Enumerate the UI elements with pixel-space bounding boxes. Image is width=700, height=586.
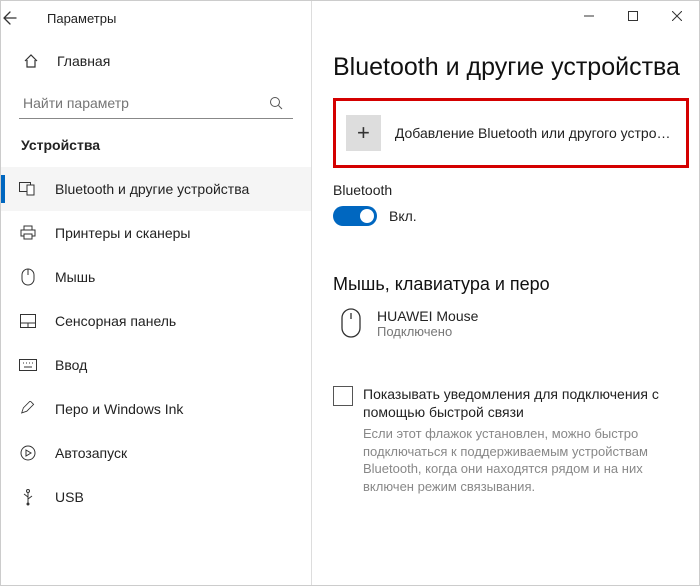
minimize-icon: [584, 11, 594, 21]
bluetooth-section-label: Bluetooth: [333, 182, 699, 198]
search-box[interactable]: [19, 87, 293, 119]
nav-label: Сенсорная панель: [55, 313, 176, 329]
sidebar-item-pen[interactable]: Перо и Windows Ink: [1, 387, 311, 431]
sidebar-item-printers[interactable]: Принтеры и сканеры: [1, 211, 311, 255]
titlebar: Параметры: [1, 1, 699, 35]
usb-icon: [17, 488, 39, 506]
device-item[interactable]: HUAWEI Mouse Подключено: [333, 303, 699, 343]
mouse-icon: [17, 268, 39, 286]
printer-icon: [17, 225, 39, 241]
sidebar-item-bluetooth[interactable]: Bluetooth и другие устройства: [1, 167, 311, 211]
bluetooth-toggle[interactable]: [333, 206, 377, 226]
nav-label: Ввод: [55, 357, 87, 373]
sidebar-item-autoplay[interactable]: Автозапуск: [1, 431, 311, 475]
add-device-label: Добавление Bluetooth или другого устройс…: [395, 125, 676, 141]
sidebar-home-label: Главная: [57, 53, 110, 69]
sidebar-item-typing[interactable]: Ввод: [1, 343, 311, 387]
nav-label: USB: [55, 489, 84, 505]
nav-label: Автозапуск: [55, 445, 127, 461]
content-pane: Bluetooth и другие устройства + Добавлен…: [311, 35, 699, 585]
maximize-button[interactable]: [611, 1, 655, 31]
keyboard-icon: [17, 359, 39, 371]
maximize-icon: [628, 11, 638, 21]
window-title: Параметры: [47, 11, 116, 26]
sidebar-section-title: Устройства: [1, 133, 311, 167]
close-icon: [672, 11, 682, 21]
autoplay-icon: [17, 445, 39, 461]
touchpad-icon: [17, 314, 39, 328]
swift-pair-checkbox[interactable]: [333, 386, 353, 406]
devices-icon: [17, 182, 39, 196]
page-heading: Bluetooth и другие устройства: [333, 53, 699, 82]
add-device-button[interactable]: + Добавление Bluetooth или другого устро…: [333, 98, 689, 168]
swift-pair-hint: Если этот флажок установлен, можно быстр…: [363, 425, 699, 495]
plus-icon: +: [346, 115, 381, 151]
arrow-left-icon: [1, 10, 17, 26]
nav-label: Bluetooth и другие устройства: [55, 181, 249, 197]
mouse-device-icon: [333, 303, 369, 343]
sidebar-item-usb[interactable]: USB: [1, 475, 311, 519]
home-icon: [21, 53, 41, 69]
bluetooth-toggle-state: Вкл.: [389, 208, 417, 224]
nav-label: Принтеры и сканеры: [55, 225, 190, 241]
device-name: HUAWEI Mouse: [377, 308, 478, 324]
pen-icon: [17, 401, 39, 417]
swift-pair-label: Показывать уведомления для подключения с…: [363, 385, 681, 421]
sidebar-item-mouse[interactable]: Мышь: [1, 255, 311, 299]
vertical-divider: [311, 1, 312, 585]
search-icon: [269, 96, 293, 110]
close-button[interactable]: [655, 1, 699, 31]
minimize-button[interactable]: [567, 1, 611, 31]
sidebar-home[interactable]: Главная: [1, 45, 311, 77]
back-button[interactable]: [1, 10, 41, 26]
nav-label: Перо и Windows Ink: [55, 401, 183, 417]
sidebar: Главная Устройства Bluetooth и другие ус…: [1, 35, 311, 585]
sidebar-item-touchpad[interactable]: Сенсорная панель: [1, 299, 311, 343]
nav-label: Мышь: [55, 269, 95, 285]
device-status: Подключено: [377, 324, 478, 339]
search-input[interactable]: [19, 95, 269, 111]
devices-subheading: Мышь, клавиатура и перо: [333, 274, 699, 295]
window-controls: [567, 1, 699, 31]
